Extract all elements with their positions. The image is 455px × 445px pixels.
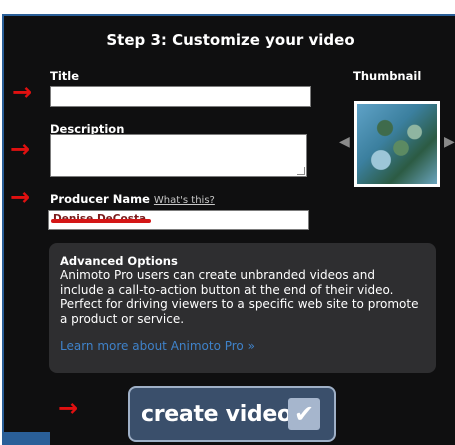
producer-name-input[interactable]: Denise DeCosta [48, 210, 309, 230]
title-label: Title [50, 69, 80, 83]
advanced-options-title: Advanced Options [60, 254, 178, 268]
whats-this-link[interactable]: What's this? [154, 195, 215, 206]
page-title: Step 3: Customize your video [106, 31, 355, 49]
thumbnail-label: Thumbnail [353, 69, 422, 83]
redaction-scribble [51, 219, 151, 223]
create-video-button[interactable]: create video ✔ [128, 386, 336, 442]
create-video-label: create video [141, 402, 292, 427]
annotation-arrow-icon: → [12, 78, 33, 106]
resize-grip-icon[interactable] [297, 167, 305, 175]
advanced-options-box: Advanced Options Animoto Pro users can c… [49, 243, 436, 373]
annotation-arrow-icon: → [10, 135, 31, 163]
title-input[interactable] [50, 86, 311, 107]
advanced-options-text: Animoto Pro users can create unbranded v… [60, 268, 419, 326]
learn-more-link[interactable]: Learn more about Animoto Pro » [60, 339, 255, 353]
thumbnail-image [357, 104, 437, 184]
annotation-arrow-icon: → [58, 394, 79, 422]
thumbnail-frame[interactable] [354, 101, 440, 187]
checkmark-icon: ✔ [288, 398, 320, 430]
thumbnail-prev-icon[interactable]: ◀ [339, 134, 350, 150]
thumbnail-next-icon[interactable]: ▶ [444, 134, 455, 150]
producer-label: Producer Name What's this? [50, 192, 215, 206]
bottom-edge-tab [2, 432, 50, 445]
producer-label-text: Producer Name [50, 192, 150, 206]
description-field-wrap [50, 134, 307, 177]
description-input[interactable] [50, 134, 307, 177]
annotation-arrow-icon: → [10, 183, 31, 211]
